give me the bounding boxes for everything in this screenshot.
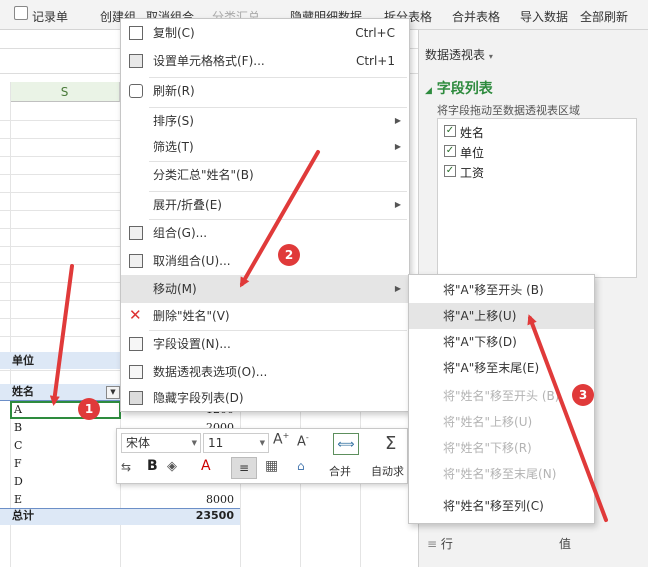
annotation-arrows bbox=[49, 150, 608, 522]
annotation-badge-1: 1 bbox=[78, 398, 100, 420]
arrow-2 bbox=[240, 150, 320, 288]
annotation-badge-3: 3 bbox=[572, 384, 594, 406]
arrow-1 bbox=[49, 264, 74, 406]
annotation-badge-2: 2 bbox=[278, 244, 300, 266]
arrow-3 bbox=[527, 314, 608, 522]
